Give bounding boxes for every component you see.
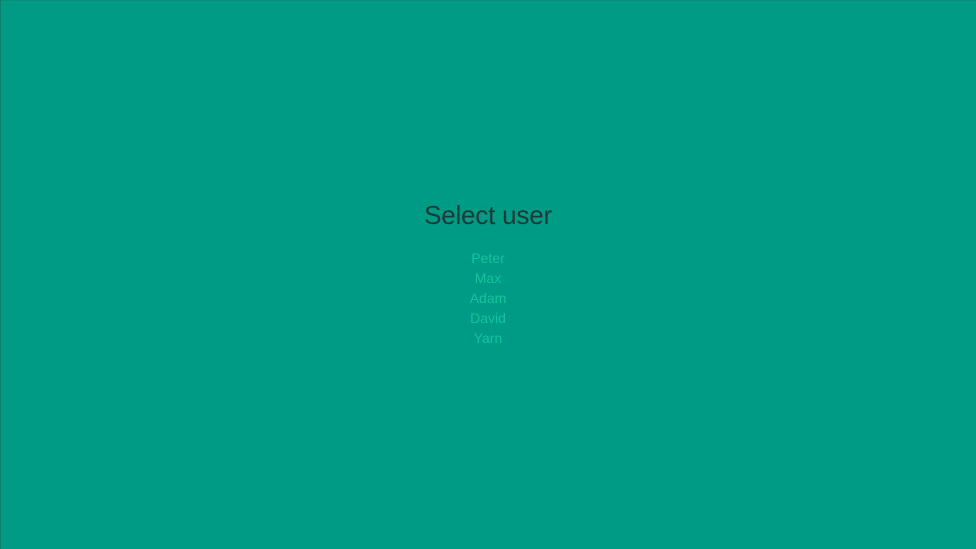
user-option-david[interactable]: David bbox=[0, 308, 976, 328]
user-option-max[interactable]: Max bbox=[0, 268, 976, 288]
user-selection-panel: Select user Peter Max Adam David Yarn bbox=[0, 196, 976, 348]
page-title: Select user bbox=[424, 200, 552, 230]
user-option-peter[interactable]: Peter bbox=[0, 248, 976, 268]
user-option-yarn[interactable]: Yarn bbox=[0, 328, 976, 348]
user-list: Peter Max Adam David Yarn bbox=[0, 248, 976, 348]
user-option-adam[interactable]: Adam bbox=[0, 288, 976, 308]
window-top-edge bbox=[0, 0, 976, 1]
